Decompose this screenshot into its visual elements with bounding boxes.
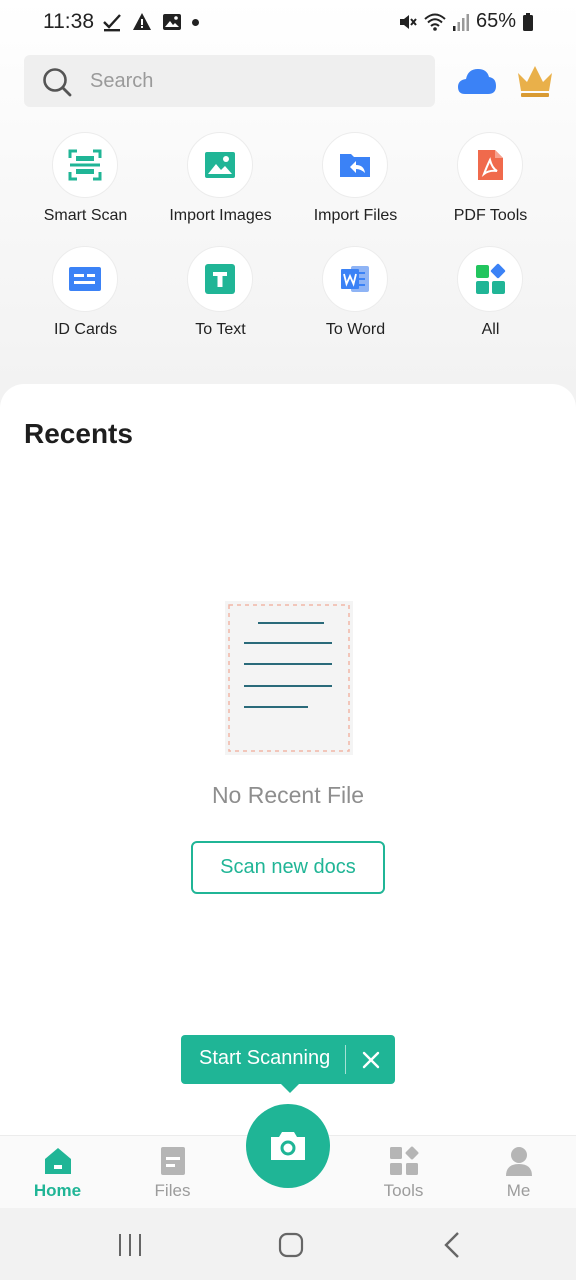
tool-to-word[interactable]: To Word [288,246,423,356]
battery-icon [523,12,533,31]
download-done-icon [103,14,121,32]
tool-label: PDF Tools [453,207,528,224]
files-icon [161,1147,185,1175]
id-cards-icon-circle [52,246,118,312]
tool-label: Import Images [169,207,272,224]
status-time: 11:38 [43,10,94,33]
warning-icon [133,13,151,30]
image-icon [163,14,181,30]
nav-label: Tools [383,1181,424,1200]
battery-percentage: 65% [475,10,516,32]
scan-new-docs-button[interactable]: Scan new docs [191,841,385,894]
tooltip-arrow [281,1084,299,1093]
import-images-icon [205,152,235,178]
no-recent-file-text: No Recent File [211,782,365,808]
premium-crown-icon[interactable] [515,62,555,100]
back-icon[interactable] [432,1230,472,1260]
search-icon [43,68,72,97]
close-icon[interactable] [357,1046,385,1074]
start-scanning-tooltip[interactable]: Start Scanning [181,1035,395,1093]
to-text-icon [205,264,235,294]
signal-icon [452,13,469,31]
start-scanning-label: Start Scanning [199,1047,331,1069]
home-system-icon[interactable] [271,1230,311,1260]
empty-document-icon [225,601,353,755]
nav-label: Files [154,1181,191,1200]
tool-all[interactable]: All [423,246,558,356]
smart-scan-icon [68,149,102,181]
tool-pdf-tools[interactable]: PDF Tools [423,132,558,242]
import-images-icon-circle [187,132,253,198]
status-system-icons: 65% [398,10,534,33]
pdf-tools-icon [478,150,503,180]
id-cards-icon [69,267,101,291]
search-bar[interactable] [24,55,435,107]
to-text-icon-circle [187,246,253,312]
tool-import-images[interactable]: Import Images [153,132,288,242]
more-notifications-dot [192,18,199,26]
tools-icon [390,1146,419,1175]
import-files-icon [340,154,370,177]
nav-home[interactable]: Home [0,1136,115,1209]
nav-label: Home [33,1181,82,1200]
all-tools-icon-circle [457,246,523,312]
search-input[interactable] [90,55,420,107]
camera-scan-button[interactable] [246,1104,330,1188]
tool-label: To Text [195,321,246,338]
camera-icon [271,1132,305,1160]
mute-icon [399,14,417,29]
tooltip-divider [345,1045,346,1074]
system-navigation-bar [0,1208,576,1280]
nav-label: Me [506,1181,531,1200]
tool-label: Import Files [313,207,398,224]
tool-smart-scan[interactable]: Smart Scan [18,132,153,242]
tool-label: All [481,321,500,338]
tool-to-text[interactable]: To Text [153,246,288,356]
recents-panel: Recents No Recent File Scan new docs [0,384,576,1136]
all-tools-icon [476,263,506,294]
smart-scan-icon-circle [52,132,118,198]
tool-label: ID Cards [53,321,118,338]
tool-id-cards[interactable]: ID Cards [18,246,153,356]
home-icon [45,1148,71,1174]
wifi-icon [424,13,446,31]
person-icon [506,1147,532,1176]
tool-import-files[interactable]: Import Files [288,132,423,242]
import-files-icon-circle [322,132,388,198]
nav-files[interactable]: Files [115,1136,230,1209]
recent-apps-icon[interactable] [110,1230,150,1260]
recents-title: Recents [24,418,133,449]
status-bar: 11:38 65% [0,0,576,46]
to-word-icon-circle [322,246,388,312]
cloud-sync-icon[interactable] [456,62,498,100]
tool-label: To Word [325,321,386,338]
nav-tools[interactable]: Tools [346,1136,461,1209]
to-word-icon [341,266,369,292]
status-notification-icons [102,12,199,32]
nav-me[interactable]: Me [461,1136,576,1209]
pdf-tools-icon-circle [457,132,523,198]
tool-label: Smart Scan [43,207,128,224]
